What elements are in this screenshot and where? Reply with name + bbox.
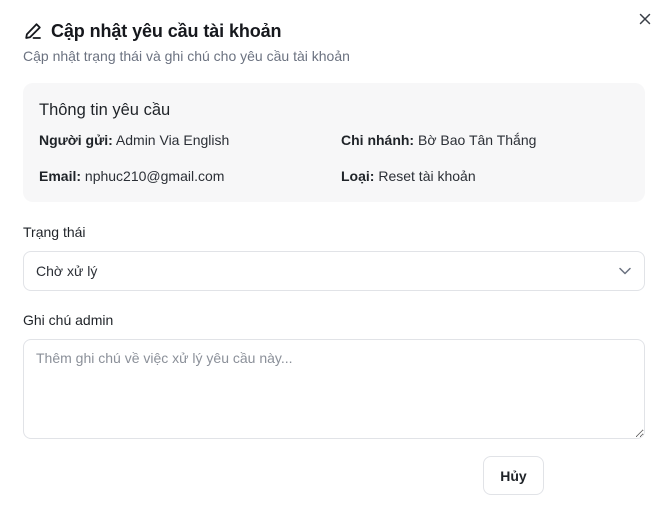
note-label: Ghi chú admin (23, 312, 114, 328)
email-label: Email: (39, 168, 82, 184)
dialog-title: Cập nhật yêu cầu tài khoản (51, 20, 282, 41)
close-button[interactable] (634, 10, 656, 32)
close-icon (639, 12, 651, 30)
branch-label: Chi nhánh: (341, 132, 415, 148)
email-value: nphuc210@gmail.com (84, 168, 225, 184)
dialog-header: Cập nhật yêu cầu tài khoản Cập nhật trạn… (23, 18, 350, 65)
type-label: Loại: (341, 168, 375, 184)
status-select[interactable]: Chờ xử lý (23, 251, 645, 291)
admin-note-textarea[interactable] (23, 339, 645, 439)
status-selected-value: Chờ xử lý (36, 263, 98, 279)
type-value: Reset tài khoản (378, 168, 476, 184)
sender-info: Người gửi: Admin Via English (39, 132, 229, 148)
info-heading: Thông tin yêu cầu (39, 101, 171, 119)
update-request-dialog: Cập nhật yêu cầu tài khoản Cập nhật trạn… (0, 0, 666, 515)
request-info-card: Thông tin yêu cầu Người gửi: Admin Via E… (23, 83, 645, 202)
branch-value: Bờ Bao Tân Thắng (418, 132, 537, 148)
status-label: Trạng thái (23, 224, 86, 240)
branch-info: Chi nhánh: Bờ Bao Tân Thắng (341, 132, 536, 148)
chevron-down-icon (618, 264, 632, 278)
cancel-button[interactable]: Hủy (483, 456, 544, 495)
type-info: Loại: Reset tài khoản (341, 168, 476, 184)
sender-label: Người gửi: (39, 132, 113, 148)
pencil-icon (23, 21, 43, 41)
sender-value: Admin Via English (115, 132, 230, 148)
email-info: Email: nphuc210@gmail.com (39, 168, 224, 184)
dialog-subtitle: Cập nhật trạng thái và ghi chú cho yêu c… (23, 48, 350, 64)
